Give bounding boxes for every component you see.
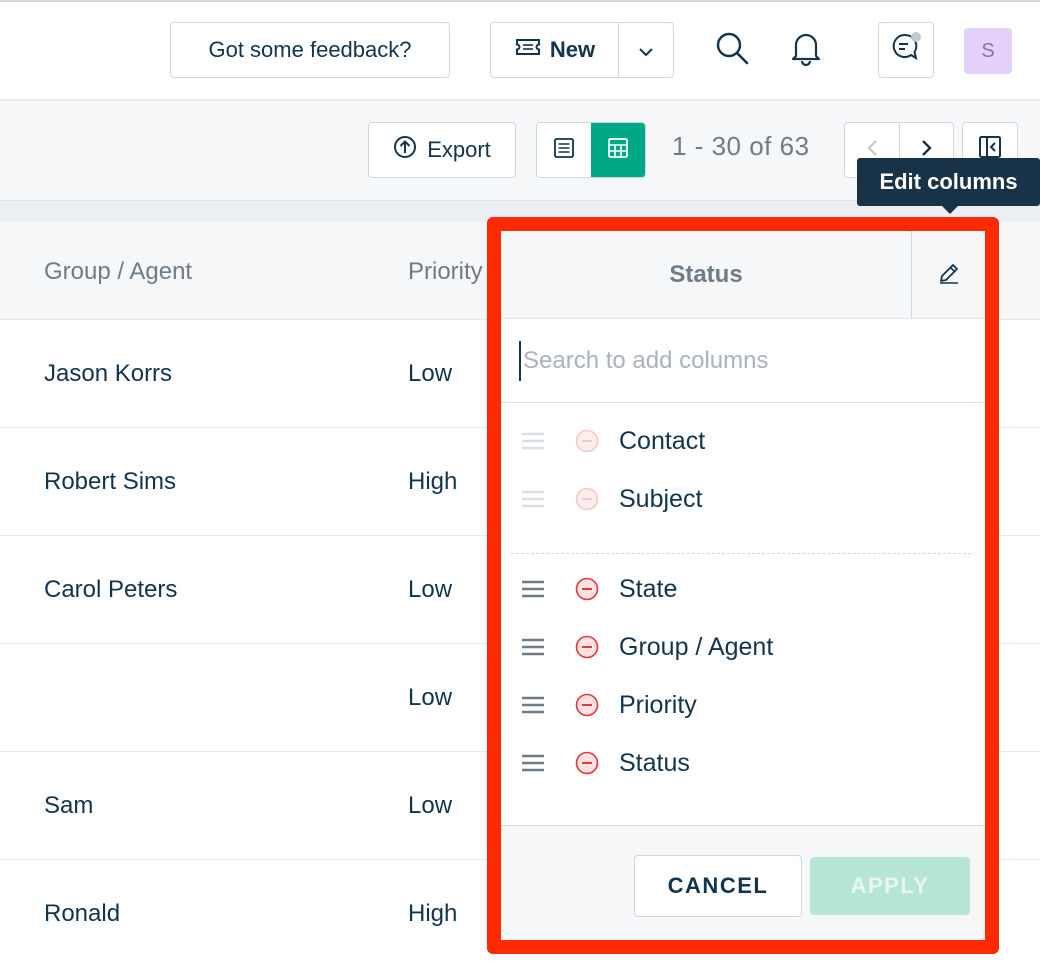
cancel-button[interactable]: CANCEL bbox=[634, 855, 802, 917]
column-item-label: Contact bbox=[619, 426, 706, 455]
column-header-group-agent[interactable]: Group / Agent bbox=[44, 258, 192, 286]
priority-cell[interactable]: Low bbox=[408, 576, 452, 604]
chevron-down-icon bbox=[638, 37, 654, 63]
column-list: Contact Subject State Group / Agent Prio… bbox=[501, 403, 985, 825]
agent-cell: Robert Sims bbox=[44, 468, 177, 495]
column-item-group-agent: Group / Agent bbox=[521, 627, 773, 667]
drag-handle-icon bbox=[521, 431, 551, 451]
column-item-label: Subject bbox=[619, 484, 703, 513]
column-item-subject: Subject bbox=[521, 479, 702, 519]
edit-columns-panel: Status Search to add columns Contact Sub… bbox=[501, 231, 985, 940]
column-header-priority[interactable]: Priority bbox=[408, 258, 483, 286]
view-toggle bbox=[536, 122, 646, 178]
column-search bbox=[501, 319, 985, 403]
column-header-status: Status bbox=[669, 261, 743, 288]
ticket-icon bbox=[514, 37, 542, 63]
column-item-contact: Contact bbox=[521, 421, 705, 461]
drag-handle-icon[interactable] bbox=[521, 753, 551, 773]
new-dropdown-toggle[interactable] bbox=[619, 23, 673, 77]
pencil-icon bbox=[937, 261, 961, 290]
tickets-page: Got some feedback? New S Export 1 - 30 o… bbox=[0, 0, 1040, 966]
agent-cell: Sam bbox=[44, 792, 94, 819]
remove-circle-icon[interactable] bbox=[575, 635, 599, 659]
remove-circle-icon[interactable] bbox=[575, 577, 599, 601]
feedback-button-label: Got some feedback? bbox=[208, 37, 412, 62]
apply-button[interactable]: APPLY bbox=[810, 857, 970, 915]
priority-cell[interactable]: High bbox=[408, 468, 457, 496]
priority-cell[interactable]: Low bbox=[408, 792, 452, 820]
export-icon bbox=[393, 135, 417, 165]
bell-icon[interactable] bbox=[784, 26, 828, 70]
remove-circle-icon[interactable] bbox=[575, 751, 599, 775]
panel-header: Status bbox=[501, 231, 985, 319]
export-button[interactable]: Export bbox=[368, 122, 516, 178]
chat-button[interactable] bbox=[878, 22, 934, 78]
tooltip-arrow bbox=[942, 206, 958, 214]
top-header: Got some feedback? New S bbox=[0, 0, 1040, 100]
column-item-priority: Priority bbox=[521, 685, 697, 725]
remove-circle-icon[interactable] bbox=[575, 693, 599, 717]
remove-circle-icon bbox=[575, 487, 599, 511]
search-columns-input[interactable] bbox=[519, 341, 959, 381]
pagination-range: 1 - 30 of 63 bbox=[672, 131, 810, 161]
avatar-initial: S bbox=[981, 39, 995, 62]
agent-cell: Jason Korrs bbox=[44, 360, 173, 387]
agent-cell: Ronald bbox=[44, 900, 121, 927]
column-item-label: Group / Agent bbox=[619, 632, 774, 661]
priority-cell[interactable]: Low bbox=[408, 360, 452, 388]
edit-columns-tooltip: Edit columns bbox=[857, 158, 1040, 206]
drag-handle-icon bbox=[521, 489, 551, 509]
column-item-label: State bbox=[619, 574, 678, 603]
priority-cell[interactable]: Low bbox=[408, 684, 452, 712]
column-item-label: Status bbox=[619, 748, 690, 777]
tooltip-text: Edit columns bbox=[879, 169, 1018, 194]
avatar[interactable]: S bbox=[964, 28, 1012, 74]
priority-cell[interactable]: High bbox=[408, 900, 457, 928]
new-button[interactable]: New bbox=[491, 23, 619, 77]
column-item-state: State bbox=[521, 569, 677, 609]
table-view-icon bbox=[607, 137, 629, 164]
feedback-button[interactable]: Got some feedback? bbox=[170, 22, 450, 78]
remove-circle-icon bbox=[575, 429, 599, 453]
edit-columns-button[interactable] bbox=[911, 231, 985, 319]
list-view-button[interactable] bbox=[537, 123, 591, 177]
agent-cell: Carol Peters bbox=[44, 576, 178, 603]
drag-handle-icon[interactable] bbox=[521, 637, 551, 657]
table-view-button[interactable] bbox=[591, 123, 645, 177]
export-button-label: Export bbox=[427, 137, 491, 162]
drag-handle-icon[interactable] bbox=[521, 695, 551, 715]
column-item-label: Priority bbox=[619, 690, 697, 719]
search-icon[interactable] bbox=[710, 26, 754, 70]
column-item-status: Status bbox=[521, 743, 690, 783]
drag-handle-icon[interactable] bbox=[521, 579, 551, 599]
new-button-group: New bbox=[490, 22, 674, 78]
chat-icon bbox=[889, 30, 923, 70]
list-view-icon bbox=[553, 137, 575, 164]
column-list-divider bbox=[511, 553, 971, 554]
panel-footer: CANCEL APPLY bbox=[501, 825, 985, 940]
new-button-label: New bbox=[549, 37, 596, 62]
